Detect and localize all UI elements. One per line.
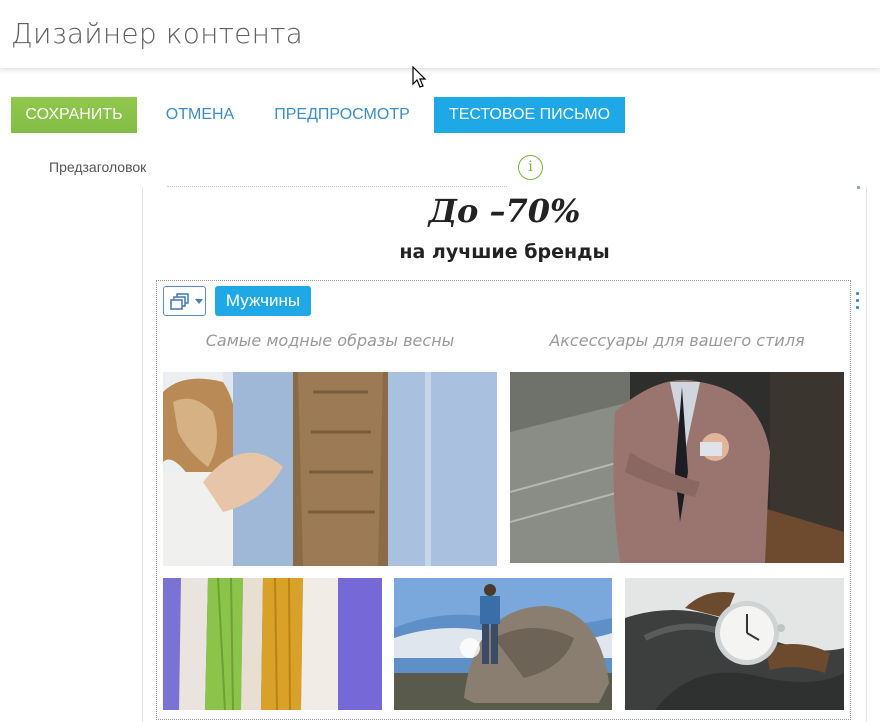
- caption-left[interactable]: Самые модные образы весны: [163, 331, 497, 350]
- cancel-button[interactable]: ОТМЕНА: [150, 97, 250, 133]
- page-title: Дизайнер контента: [11, 17, 304, 50]
- block-menu-icon[interactable]: [856, 292, 860, 313]
- preheader-label: Предзаголовок: [49, 159, 147, 175]
- save-button[interactable]: СОХРАНИТЬ: [11, 97, 137, 133]
- caption-right[interactable]: Аксессуары для вашего стиля: [510, 331, 844, 350]
- block-type-dropdown[interactable]: [163, 286, 206, 316]
- couple-photo[interactable]: [163, 372, 497, 566]
- canvas-handle[interactable]: [857, 186, 860, 189]
- mouse-cursor-icon: [412, 66, 427, 88]
- copy-icon: [170, 293, 189, 310]
- rock-photo[interactable]: [394, 578, 612, 710]
- info-icon[interactable]: i: [518, 155, 543, 180]
- watch-photo[interactable]: [625, 578, 844, 710]
- suit-photo[interactable]: [510, 372, 844, 563]
- shirts-photo[interactable]: [163, 578, 382, 710]
- preview-button[interactable]: ПРЕДПРОСМОТР: [262, 97, 422, 133]
- promo-subtitle[interactable]: на лучшие бренды: [142, 241, 867, 263]
- promo-title[interactable]: До –70%: [142, 192, 867, 230]
- chevron-down-icon: [195, 299, 203, 304]
- preheader-field[interactable]: [167, 186, 507, 187]
- test-email-button[interactable]: ТЕСТОВОЕ ПИСЬМО: [434, 97, 625, 133]
- page-header: Дизайнер контента: [0, 0, 880, 68]
- segment-tag[interactable]: Мужчины: [215, 286, 311, 316]
